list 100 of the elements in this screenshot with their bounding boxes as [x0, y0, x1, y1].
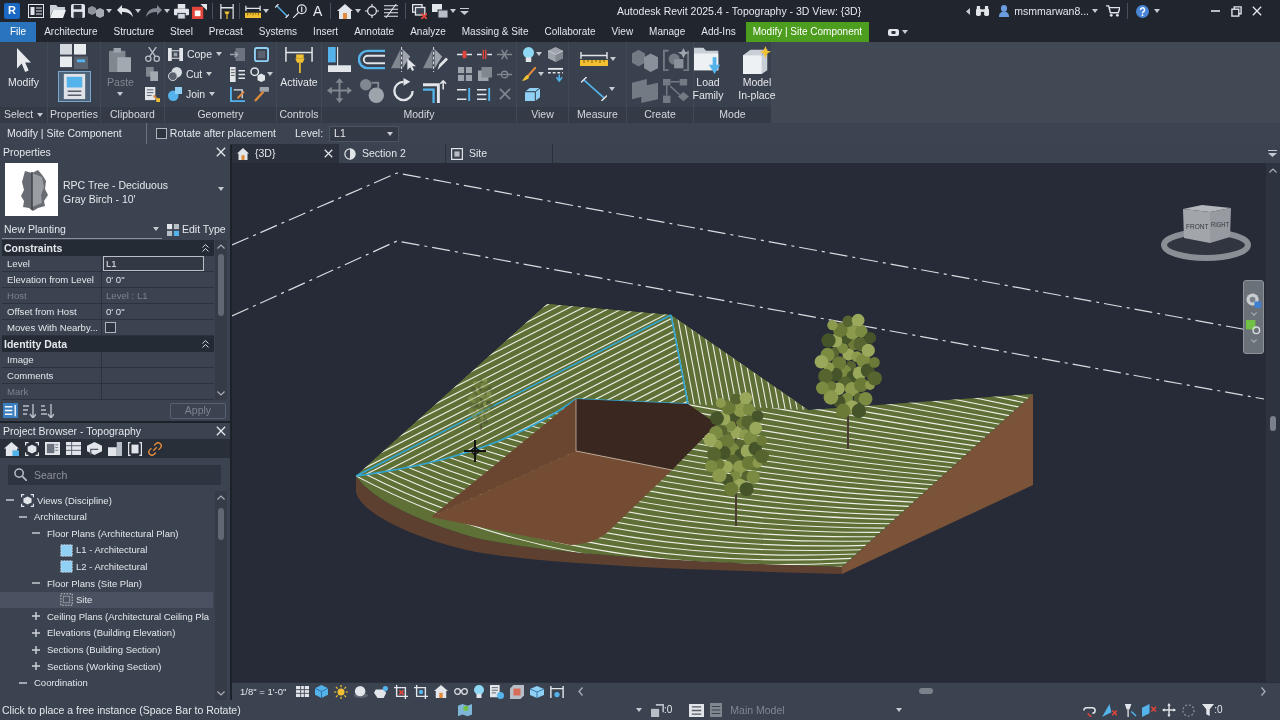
binoculars-icon[interactable] — [976, 6, 990, 16]
chevron-up-icon[interactable] — [217, 495, 225, 500]
document-dot-icon[interactable] — [490, 684, 505, 699]
cross-icon[interactable] — [498, 88, 511, 100]
scrollbar-thumb[interactable] — [1270, 416, 1276, 431]
paintbrush-icon[interactable] — [521, 67, 536, 81]
undo-icon[interactable] — [117, 5, 133, 17]
caret-icon[interactable] — [216, 52, 223, 56]
chevron-right-icon[interactable] — [1261, 687, 1267, 696]
window-list-icon[interactable] — [28, 4, 44, 18]
ruler-icon[interactable] — [579, 52, 608, 66]
scrollbar-thumb[interactable] — [919, 688, 934, 694]
search-icon[interactable] — [14, 468, 27, 481]
house-icon[interactable] — [434, 685, 449, 698]
level-dropdown[interactable]: L1 — [329, 125, 400, 142]
four-arrows-icon[interactable] — [1162, 703, 1177, 717]
sheet-icon[interactable] — [45, 442, 60, 455]
triangle-x-icon[interactable] — [1102, 703, 1118, 717]
tree-item[interactable]: Sections (Building Section) — [0, 641, 213, 658]
ribbon-tab[interactable]: Add-Ins — [693, 22, 744, 42]
zoom-icon[interactable] — [1246, 320, 1261, 335]
chevron-down-icon[interactable] — [217, 691, 225, 696]
list-panel-icon[interactable] — [229, 66, 245, 82]
instance-dropdown[interactable]: New Planting — [2, 220, 162, 239]
ribbon-button[interactable]: Cope — [165, 44, 225, 64]
list-icon[interactable] — [689, 703, 705, 717]
tree-item[interactable]: Sections (Working Section) — [0, 657, 213, 675]
bar-caret-icon[interactable] — [460, 7, 470, 15]
save-icon[interactable] — [71, 4, 85, 18]
striped-panel-icon[interactable] — [710, 703, 723, 717]
folder-icon[interactable] — [50, 4, 66, 18]
vertical-scrollbar[interactable] — [1266, 163, 1280, 682]
collapse-icon[interactable] — [32, 582, 40, 585]
ribbon-tab[interactable]: Systems — [250, 22, 306, 42]
ribbon-button[interactable]: Model In-place — [734, 44, 780, 102]
collapse-icon[interactable] — [202, 244, 209, 252]
caret-icon[interactable] — [106, 9, 112, 13]
group-header[interactable]: Constraints — [2, 240, 214, 256]
search-field[interactable]: Search — [8, 464, 221, 485]
group-header[interactable]: Identity Data — [2, 336, 214, 352]
box-icon[interactable] — [525, 87, 540, 101]
lightbulb-icon[interactable] — [523, 46, 534, 62]
value-field[interactable]: L1 — [103, 256, 204, 271]
blocks-icon[interactable] — [108, 441, 122, 456]
caret-icon[interactable] — [355, 9, 362, 13]
circular-arrow-icon[interactable] — [391, 78, 416, 103]
ribbon-button[interactable]: Activate — [278, 44, 320, 89]
crop-x-icon[interactable] — [394, 684, 409, 699]
tiles-icon[interactable] — [60, 44, 88, 69]
ribbon-button[interactable]: Modify — [6, 44, 41, 89]
printer-icon[interactable] — [174, 3, 189, 19]
ribbon-tab[interactable]: Precast — [200, 22, 251, 42]
caret-icon[interactable] — [609, 57, 616, 61]
caret-icon[interactable] — [387, 131, 394, 136]
caret-icon[interactable] — [537, 72, 544, 76]
bracket-icon[interactable] — [550, 685, 565, 698]
chain-link-icon[interactable] — [148, 441, 162, 456]
ribbon-tab[interactable]: Structure — [105, 22, 163, 42]
table-icon[interactable] — [66, 442, 81, 455]
triangle-left-icon[interactable] — [966, 7, 971, 15]
redo-icon[interactable] — [146, 5, 162, 17]
document-tab[interactable]: {3D} — [232, 144, 339, 163]
copy-icon[interactable] — [146, 67, 159, 81]
value-field[interactable]: 0' 0" — [103, 304, 204, 319]
tree-item[interactable]: L2 - Architectural — [0, 558, 213, 575]
caret-icon[interactable] — [902, 30, 909, 34]
value-field[interactable]: 0' 0" — [103, 272, 204, 287]
file-menu-button[interactable]: File — [0, 22, 37, 42]
screen-icon[interactable] — [888, 28, 900, 36]
sort-descending-icon[interactable] — [40, 403, 54, 418]
list-tile-icon[interactable] — [3, 403, 18, 418]
sort-ascending-icon[interactable] — [22, 403, 36, 418]
form-panel-icon[interactable] — [57, 71, 91, 102]
tree-item[interactable]: L1 - Architectural — [0, 541, 213, 559]
cubes-icon[interactable] — [631, 47, 658, 72]
bar-caret-icon[interactable] — [1268, 150, 1277, 157]
close-windows-icon[interactable] — [412, 3, 428, 19]
ribbon-tab[interactable]: Manage — [641, 22, 694, 42]
bracket-frame-icon[interactable] — [167, 47, 183, 61]
bar-baseline-icon[interactable] — [328, 47, 351, 72]
grid-squares-icon[interactable] — [457, 67, 472, 81]
document-brush-icon[interactable] — [144, 86, 160, 102]
dimension-pin-icon[interactable] — [220, 3, 234, 19]
cube-icon[interactable] — [530, 685, 545, 698]
ribbon-tab[interactable]: Steel — [162, 22, 201, 42]
bracket-shapes-sparkle-icon[interactable] — [662, 47, 689, 72]
expand-icon[interactable] — [32, 629, 40, 638]
ribbon-tab[interactable]: Insert — [305, 22, 347, 42]
house-icon[interactable] — [4, 441, 19, 456]
tree-item[interactable]: Architectural — [0, 508, 213, 526]
lines-bar-icon[interactable] — [457, 87, 472, 101]
diagonal-dimension-icon[interactable] — [275, 4, 289, 18]
scale-dropdown[interactable]: 1/8" = 1'-0" — [240, 685, 287, 698]
close-icon[interactable] — [324, 149, 333, 158]
grid-icon[interactable] — [296, 686, 310, 697]
caret-icon[interactable] — [450, 9, 457, 13]
caret-icon[interactable] — [218, 187, 224, 191]
crossed-line-icon[interactable] — [497, 47, 512, 61]
ribbon-tab[interactable]: Architecture — [36, 22, 106, 42]
help-icon[interactable] — [1136, 4, 1149, 18]
